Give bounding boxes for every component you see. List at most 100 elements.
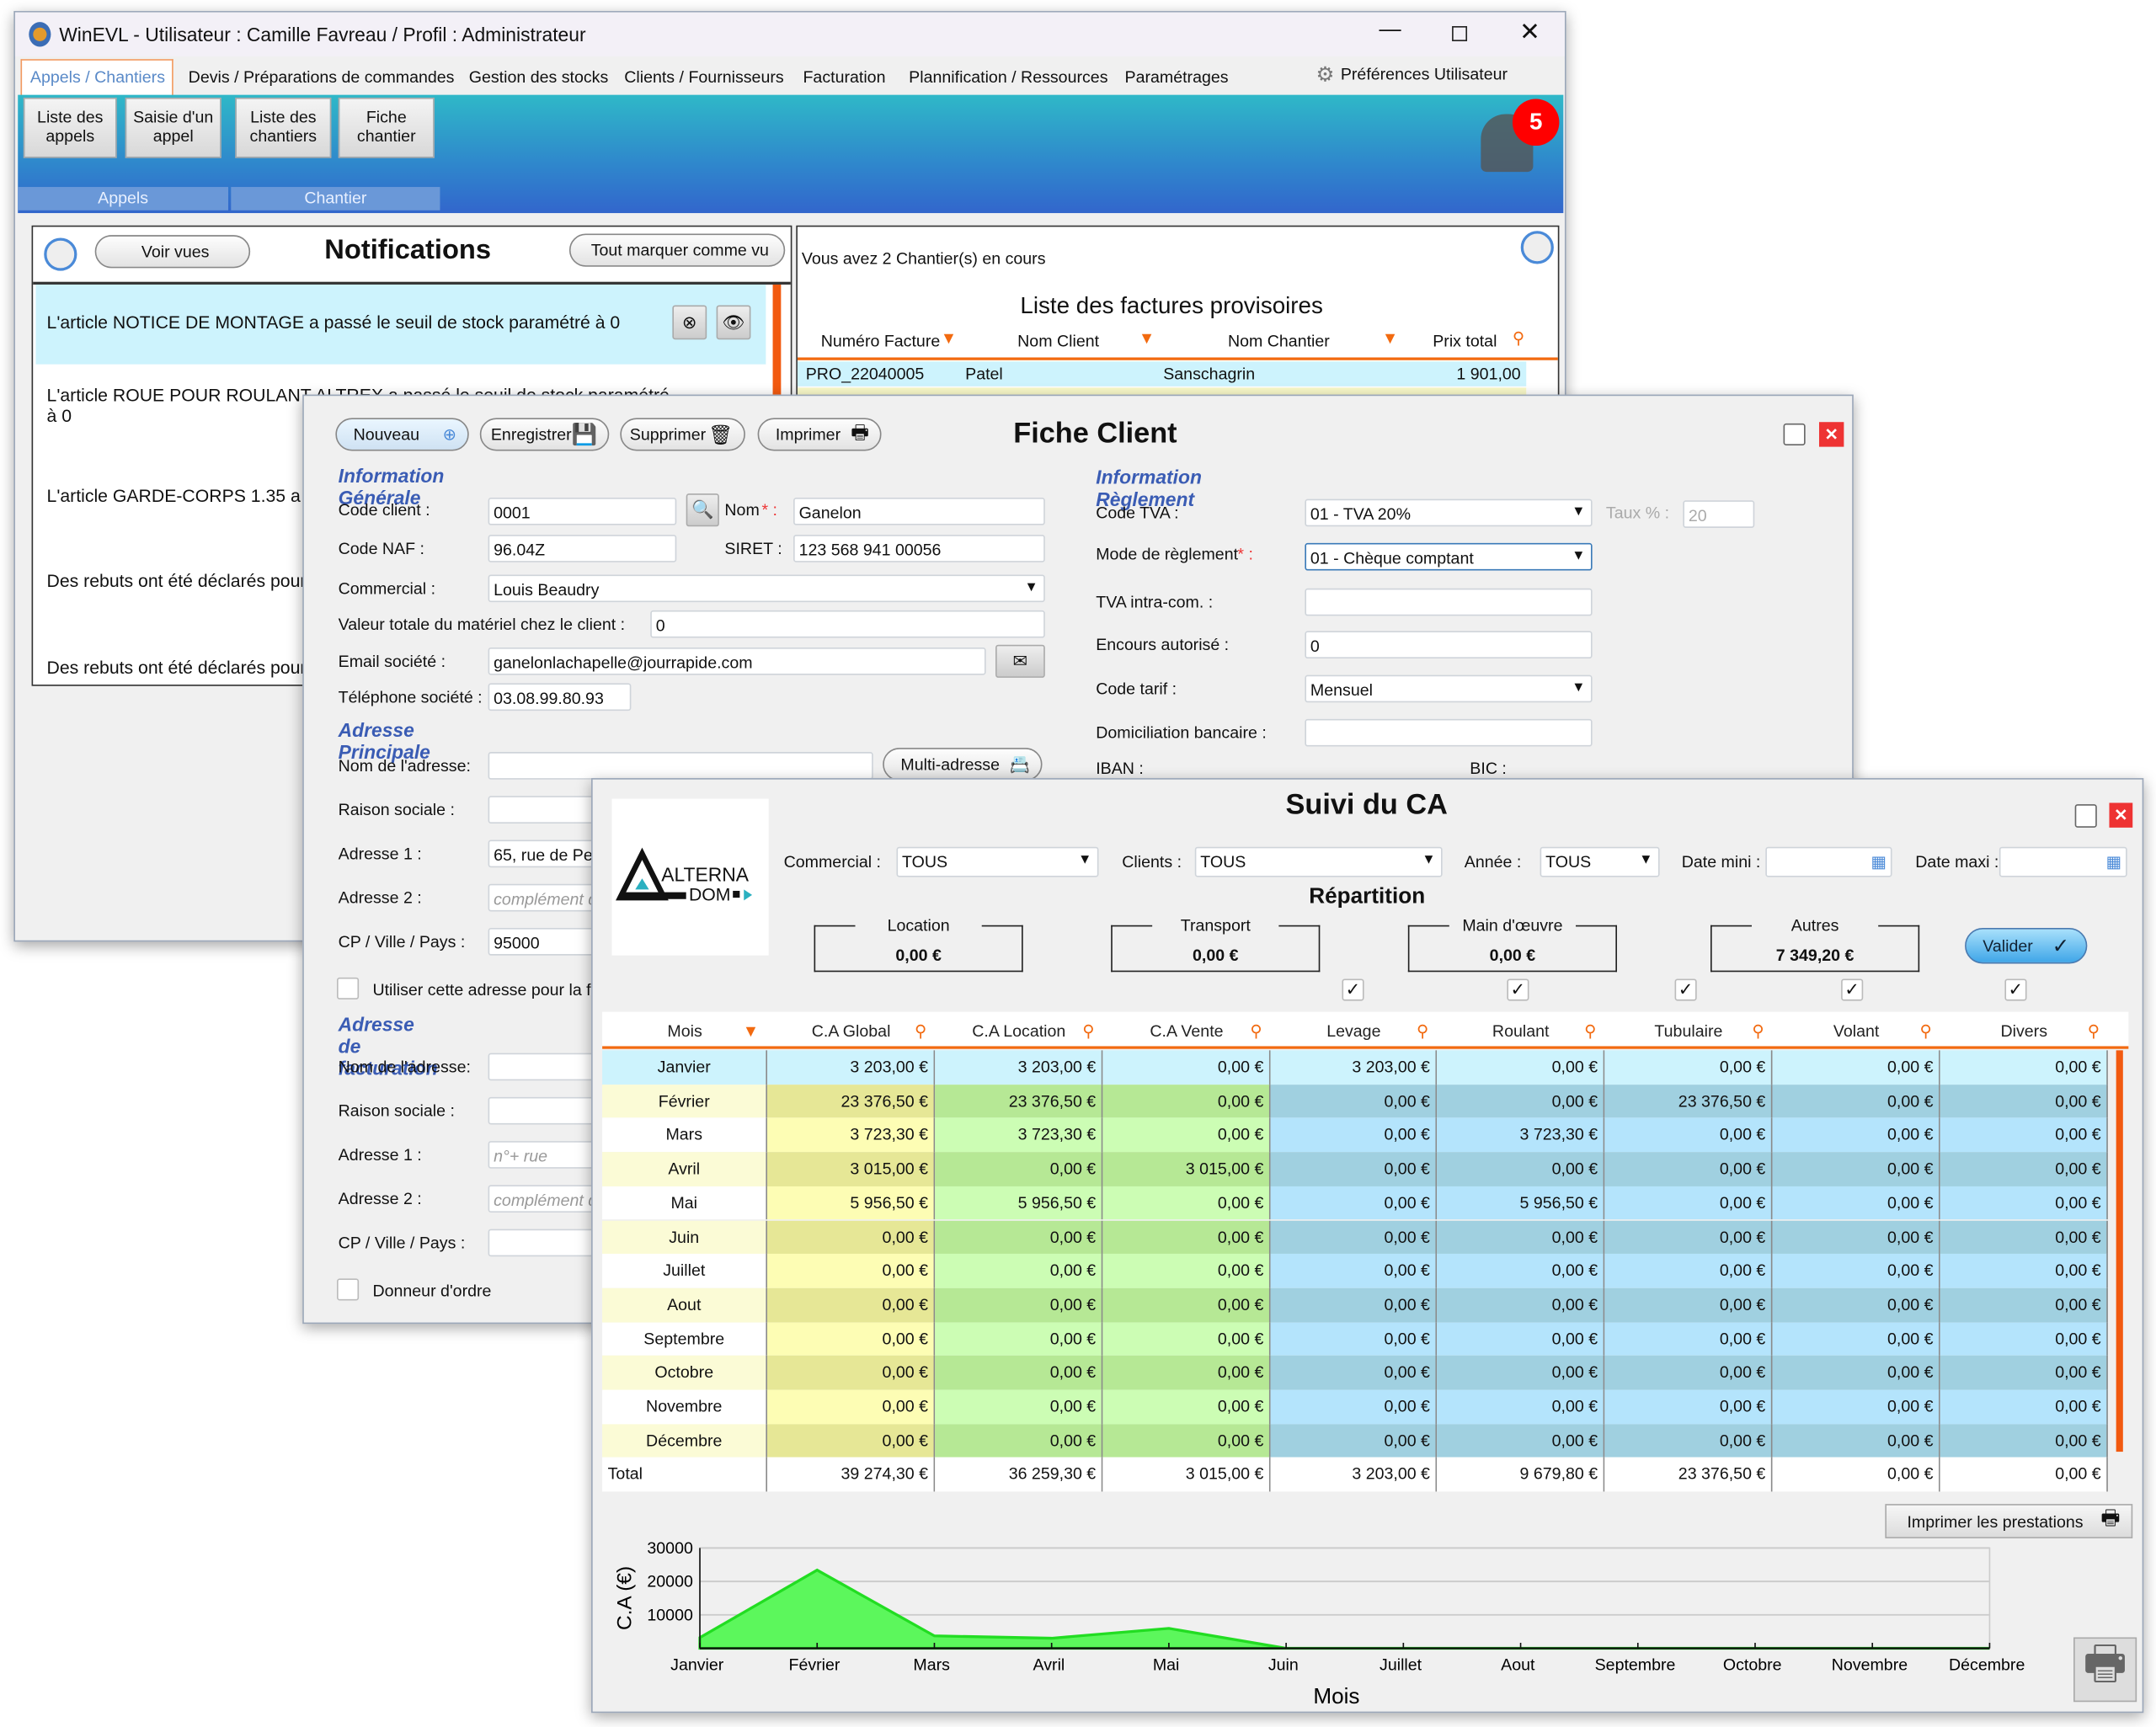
- tab-clients[interactable]: Clients / Fournisseurs: [624, 67, 783, 87]
- column-checkbox[interactable]: ✓: [2004, 978, 2027, 1001]
- encours-input[interactable]: 0: [1305, 631, 1593, 659]
- column-checkbox[interactable]: ✓: [1342, 978, 1364, 1001]
- telephone-input[interactable]: 03.08.99.80.93: [488, 683, 632, 712]
- col-prix-total[interactable]: Prix total: [1433, 331, 1497, 350]
- column-checkbox[interactable]: ✓: [1507, 978, 1529, 1001]
- nom-adresse-input[interactable]: [488, 752, 873, 780]
- commercial-select[interactable]: TOUS: [896, 846, 1099, 877]
- table-row[interactable]: Mai 5 956,50 €5 956,50 €0,00 €0,00 €5 956…: [602, 1186, 2108, 1220]
- nom-input[interactable]: Ganelon: [793, 498, 1045, 525]
- search-button[interactable]: 🔍: [686, 493, 719, 527]
- siret-input[interactable]: 123 568 941 00056: [793, 535, 1045, 562]
- voir-vues-button[interactable]: Voir vues: [94, 235, 251, 269]
- column-header[interactable]: C.A Location ⚲: [935, 1012, 1102, 1049]
- maximize-button[interactable]: [1783, 423, 1806, 445]
- column-header[interactable]: Divers ⚲: [1940, 1012, 2108, 1049]
- tab-facturation[interactable]: Facturation: [803, 67, 885, 87]
- column-header[interactable]: Tubulaire ⚲: [1604, 1012, 1772, 1049]
- close-button[interactable]: ✕: [2109, 802, 2133, 828]
- date-mini-input[interactable]: ▦: [1765, 846, 1892, 877]
- refresh-icon[interactable]: [1520, 231, 1554, 264]
- valeur-input[interactable]: 0: [650, 610, 1045, 638]
- column-header[interactable]: Mois ▼: [602, 1012, 767, 1049]
- scrollbar[interactable]: [2116, 1050, 2123, 1452]
- commercial-select[interactable]: Louis Beaudry: [488, 574, 1045, 603]
- close-button[interactable]: ✕: [1818, 422, 1844, 447]
- search-icon[interactable]: ⚲: [1920, 1021, 1932, 1040]
- ribbon-liste-chantiers[interactable]: Liste des chantiers: [235, 97, 332, 158]
- calendar-icon[interactable]: ▦: [1870, 852, 1886, 871]
- imprimer-button[interactable]: Imprimer 🖶: [757, 418, 882, 451]
- tab-stocks[interactable]: Gestion des stocks: [469, 67, 609, 87]
- column-header[interactable]: Levage ⚲: [1271, 1012, 1438, 1049]
- column-header[interactable]: C.A Global ⚲: [767, 1012, 935, 1049]
- mark-all-seen-button[interactable]: Tout marquer comme vu: [568, 233, 786, 267]
- dismiss-icon[interactable]: ⊗: [672, 305, 707, 340]
- table-row[interactable]: Septembre 0,00 €0,00 €0,00 €0,00 €0,00 €0…: [602, 1321, 2108, 1357]
- notification-text[interactable]: L'article GARDE-CORPS 1.35 a: [47, 485, 301, 505]
- table-row[interactable]: Avril 3 015,00 €0,00 €3 015,00 €0,00 €0,0…: [602, 1152, 2108, 1186]
- table-row[interactable]: Aout 0,00 €0,00 €0,00 €0,00 €0,00 €0,00 €…: [602, 1287, 2108, 1322]
- search-icon[interactable]: ⚲: [1752, 1021, 1764, 1040]
- filter-icon[interactable]: ▼: [743, 1021, 759, 1040]
- refresh-icon[interactable]: [44, 237, 77, 271]
- table-row[interactable]: Juillet 0,00 €0,00 €0,00 €0,00 €0,00 €0,0…: [602, 1254, 2108, 1288]
- enregistrer-button[interactable]: Enregistrer 💾: [479, 418, 610, 451]
- multi-adresse-button[interactable]: Multi-adresse 📇: [883, 748, 1043, 781]
- code-tarif-select[interactable]: Mensuel: [1305, 674, 1593, 703]
- code-naf-input[interactable]: 96.04Z: [488, 535, 677, 562]
- column-checkbox[interactable]: ✓: [1841, 978, 1864, 1001]
- search-icon[interactable]: ⚲: [1417, 1021, 1428, 1040]
- code-client-input[interactable]: 0001: [488, 498, 677, 525]
- table-row[interactable]: PRO_22040005 Patel Sanschagrin 1 901,00: [797, 361, 1527, 386]
- column-header[interactable]: Roulant ⚲: [1437, 1012, 1604, 1049]
- table-row[interactable]: Février 23 376,50 €23 376,50 €0,00 €0,00 …: [602, 1084, 2108, 1118]
- print-chart-button[interactable]: 🖶: [2073, 1637, 2137, 1703]
- search-icon[interactable]: ⚲: [1513, 328, 1524, 348]
- annee-select[interactable]: TOUS: [1540, 846, 1660, 877]
- table-row[interactable]: Janvier 3 203,00 €3 203,00 €0,00 €3 203,0…: [602, 1050, 2108, 1085]
- search-icon[interactable]: ⚲: [1250, 1021, 1262, 1040]
- table-row[interactable]: Décembre 0,00 €0,00 €0,00 €0,00 €0,00 €0,…: [602, 1423, 2108, 1458]
- calendar-icon[interactable]: ▦: [2106, 852, 2122, 871]
- minimize-button[interactable]: —: [1380, 18, 1401, 42]
- eye-icon[interactable]: 👁: [716, 305, 751, 340]
- column-header[interactable]: C.A Vente ⚲: [1102, 1012, 1270, 1049]
- clients-select[interactable]: TOUS: [1194, 846, 1443, 877]
- tab-devis[interactable]: Devis / Préparations de commandes: [189, 67, 455, 87]
- ribbon-fiche-chantier[interactable]: Fiche chantier: [338, 97, 435, 158]
- search-icon[interactable]: ⚲: [1584, 1021, 1596, 1040]
- supprimer-button[interactable]: Supprimer 🗑: [620, 418, 745, 451]
- ribbon-liste-appels[interactable]: Liste des appels: [23, 97, 117, 158]
- maximize-button[interactable]: [2074, 804, 2097, 828]
- total-row[interactable]: Total 39 274,30 €36 259,30 €3 015,00 €3 2…: [602, 1458, 2108, 1492]
- filter-icon[interactable]: ▼: [941, 328, 957, 348]
- send-mail-icon[interactable]: ✉: [995, 644, 1045, 678]
- nouveau-button[interactable]: Nouveau ⊕: [335, 418, 469, 451]
- col-nom-client[interactable]: Nom Client: [1017, 331, 1099, 350]
- use-address-checkbox[interactable]: [336, 977, 360, 999]
- filter-icon[interactable]: ▼: [1139, 328, 1155, 348]
- col-numero-facture[interactable]: Numéro Facture: [821, 331, 941, 350]
- tab-planification[interactable]: Plannification / Ressources: [909, 67, 1107, 87]
- column-checkbox[interactable]: ✓: [1674, 978, 1697, 1001]
- table-row[interactable]: Mars 3 723,30 €3 723,30 €0,00 €0,00 €3 72…: [602, 1117, 2108, 1153]
- column-header[interactable]: Volant ⚲: [1772, 1012, 1940, 1049]
- filter-icon[interactable]: ▼: [1382, 328, 1398, 348]
- date-maxi-input[interactable]: ▦: [1999, 846, 2127, 877]
- email-input[interactable]: ganelonlachapelle@jourrapide.com: [488, 647, 986, 675]
- valider-button[interactable]: Valider ✓: [1965, 928, 2088, 964]
- tva-intra-input[interactable]: [1305, 588, 1593, 616]
- col-nom-chantier[interactable]: Nom Chantier: [1228, 331, 1330, 350]
- mode-reglement-select[interactable]: 01 - Chèque comptant: [1305, 542, 1593, 571]
- table-row[interactable]: Novembre 0,00 €0,00 €0,00 €0,00 €0,00 €0,…: [602, 1389, 2108, 1424]
- donneur-checkbox[interactable]: [336, 1278, 360, 1301]
- notification-text[interactable]: Des rebuts ont été déclarés pour: [47, 571, 307, 591]
- search-icon[interactable]: ⚲: [2088, 1021, 2100, 1040]
- search-icon[interactable]: ⚲: [915, 1021, 926, 1040]
- preferences-utilisateur[interactable]: Préférences Utilisateur: [1341, 65, 1508, 84]
- code-tva-select[interactable]: 01 - TVA 20%: [1305, 498, 1593, 527]
- notification-text[interactable]: Des rebuts ont été déclarés pour: [47, 657, 307, 677]
- close-button[interactable]: ✕: [1519, 18, 1540, 46]
- tab-parametrages[interactable]: Paramétrages: [1125, 67, 1229, 87]
